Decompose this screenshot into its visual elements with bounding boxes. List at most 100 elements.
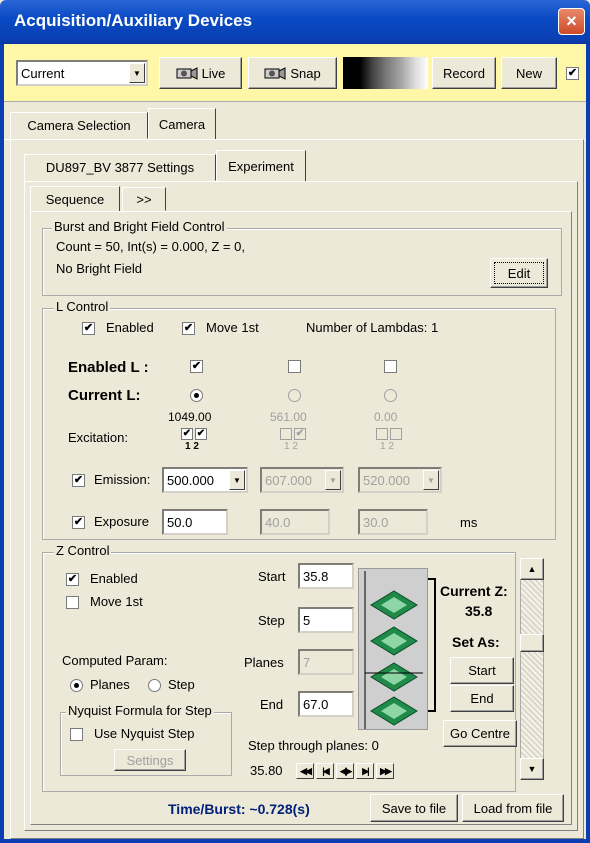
use-nyquist-checkbox[interactable] <box>70 728 83 741</box>
time-per-burst: Time/Burst: ~0.728(s) <box>168 801 310 817</box>
excitation-l3-ch2-checkbox[interactable] <box>390 428 402 440</box>
exposure-unit: ms <box>460 515 478 530</box>
l-enabled-checkbox[interactable]: ✔ <box>82 322 95 335</box>
new-checkbox[interactable]: ✔ <box>566 67 579 80</box>
z-end-label: End <box>260 697 284 712</box>
chevron-down-icon[interactable]: ▼ <box>129 63 145 83</box>
current-l1-radio[interactable] <box>190 389 203 402</box>
z-planes-input[interactable]: 7 <box>298 649 354 675</box>
excitation-l2-channels: 1 2 <box>284 441 298 452</box>
camera-icon <box>176 67 198 80</box>
excitation-l2-ch1-checkbox[interactable] <box>280 428 292 440</box>
excitation-l3-channels: 1 2 <box>380 441 394 452</box>
enabled-l2-checkbox[interactable] <box>288 360 301 373</box>
z-plane-icon <box>364 571 423 729</box>
computed-step-label: Step <box>168 677 195 692</box>
camera-icon <box>264 67 286 80</box>
previous-plane-icon[interactable]: |◀ <box>316 763 334 779</box>
z-range-bracket <box>428 578 436 712</box>
grayscale-bar <box>343 57 428 89</box>
tab-sequence[interactable]: Sequence <box>30 186 120 212</box>
snap-button[interactable]: Snap <box>248 57 337 89</box>
edit-button[interactable]: Edit <box>490 258 548 288</box>
emission-l2-value: 607.000 <box>265 472 312 488</box>
mode-select-value: Current <box>21 65 65 81</box>
z-scrollbar[interactable] <box>520 558 544 780</box>
load-from-file-button[interactable]: Load from file <box>462 794 564 822</box>
scroll-thumb[interactable] <box>520 634 544 652</box>
exposure-label: Exposure <box>94 514 149 529</box>
scroll-up-icon[interactable]: ▲ <box>520 558 544 580</box>
z-enabled-checkbox[interactable]: ✔ <box>66 573 79 586</box>
excitation-l1-ch2-checkbox[interactable]: ✔ <box>195 428 207 440</box>
z-end-input[interactable]: 67.0 <box>298 691 354 717</box>
enabled-l3-checkbox[interactable] <box>384 360 397 373</box>
computed-planes-radio[interactable] <box>70 679 83 692</box>
excitation-l1-ch1-checkbox[interactable]: ✔ <box>181 428 193 440</box>
tab-camera-selection[interactable]: Camera Selection <box>10 112 148 139</box>
snap-label: Snap <box>290 65 321 81</box>
centre-plane-icon[interactable]: ◀|▶ <box>336 763 354 779</box>
z-move1st-checkbox[interactable] <box>66 596 79 609</box>
first-plane-icon[interactable]: ◀◀ <box>296 763 314 779</box>
current-l3-radio[interactable] <box>384 389 397 402</box>
excitation-l3-value: 0.00 <box>374 410 398 424</box>
bright-field-status: No Bright Field <box>56 261 142 276</box>
live-button[interactable]: Live <box>159 57 242 89</box>
exposure-l2-input[interactable]: 40.0 <box>260 509 330 535</box>
enabled-l1-checkbox[interactable]: ✔ <box>190 360 203 373</box>
excitation-l3-ch1-checkbox[interactable] <box>376 428 388 440</box>
computed-step-radio[interactable] <box>148 679 161 692</box>
z-enabled-label: Enabled <box>90 571 138 586</box>
emission-l3-select[interactable]: 520.000 ▼ <box>358 467 442 493</box>
step-through-label: Step through planes: 0 <box>248 738 379 753</box>
l-move1st-checkbox[interactable]: ✔ <box>182 322 195 335</box>
z-start-input[interactable]: 35.8 <box>298 563 354 589</box>
set-as-end-button[interactable]: End <box>450 685 514 712</box>
computed-planes-label: Planes <box>90 677 130 692</box>
excitation-l1-channels: 1 2 <box>185 441 199 452</box>
tab-du897-settings[interactable]: DU897_BV 3877 Settings <box>24 154 216 181</box>
save-to-file-button[interactable]: Save to file <box>370 794 458 822</box>
chevron-down-icon[interactable]: ▼ <box>325 470 341 490</box>
l-control-group <box>42 308 556 540</box>
current-z-label: Current Z: <box>440 583 508 599</box>
current-l2-radio[interactable] <box>288 389 301 402</box>
z-step-label: Step <box>258 613 285 628</box>
enabled-l-label: Enabled L : <box>68 359 149 376</box>
excitation-l1-value: 1049.00 <box>168 410 212 424</box>
emission-checkbox[interactable]: ✔ <box>72 474 85 487</box>
l-enabled-label: Enabled <box>106 320 154 335</box>
nyquist-settings-button[interactable]: Settings <box>114 749 186 771</box>
mode-select[interactable]: Current ▼ <box>16 60 148 86</box>
chevron-down-icon[interactable]: ▼ <box>423 470 439 490</box>
window-title: Acquisition/Auxiliary Devices <box>14 11 253 30</box>
tab-camera[interactable]: Camera <box>148 108 216 140</box>
set-as-label: Set As: <box>452 634 500 650</box>
use-nyquist-label: Use Nyquist Step <box>94 726 195 741</box>
tab-experiment[interactable]: Experiment <box>216 150 306 182</box>
l-control-legend: L Control <box>54 299 111 314</box>
exposure-l3-input[interactable]: 30.0 <box>358 509 428 535</box>
exposure-l1-input[interactable]: 50.0 <box>162 509 228 535</box>
close-button[interactable]: × <box>558 8 585 35</box>
tab-more[interactable]: >> <box>122 187 166 211</box>
scroll-down-icon[interactable]: ▼ <box>520 758 544 780</box>
set-as-start-button[interactable]: Start <box>450 657 514 684</box>
excitation-l2-ch2-checkbox[interactable]: ✔ <box>294 428 306 440</box>
emission-l1-select[interactable]: 500.000 ▼ <box>162 467 248 493</box>
exposure-checkbox[interactable]: ✔ <box>72 516 85 529</box>
new-button[interactable]: New <box>501 57 557 89</box>
z-move1st-label: Move 1st <box>90 594 143 609</box>
burst-summary: Count = 50, Int(s) = 0.000, Z = 0, <box>56 239 245 254</box>
chevron-down-icon[interactable]: ▼ <box>229 470 245 490</box>
go-centre-button[interactable]: Go Centre <box>443 720 517 747</box>
emission-l2-select[interactable]: 607.000 ▼ <box>260 467 344 493</box>
z-step-input[interactable]: 5 <box>298 607 354 633</box>
next-plane-icon[interactable]: ▶| <box>356 763 374 779</box>
z-planes-label: Planes <box>244 655 284 670</box>
record-button[interactable]: Record <box>432 57 496 89</box>
last-plane-icon[interactable]: ▶▶ <box>376 763 394 779</box>
z-stack-graphic <box>358 568 428 730</box>
emission-l1-value: 500.000 <box>167 472 214 488</box>
